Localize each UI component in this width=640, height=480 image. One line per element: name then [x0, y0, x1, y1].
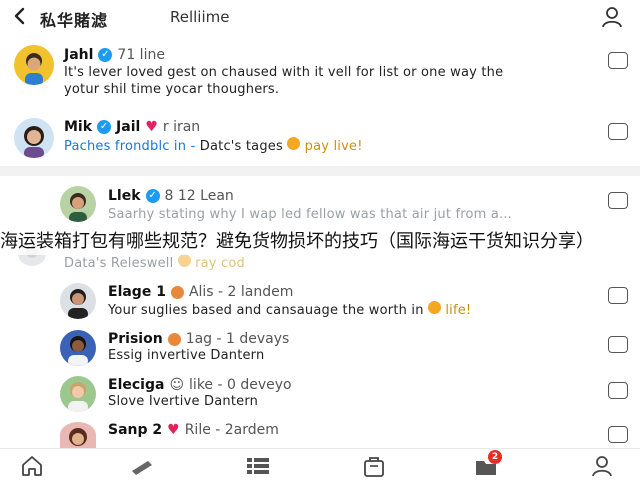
smiley-icon — [427, 301, 441, 314]
home-icon[interactable] — [20, 455, 44, 477]
post-meta: 1ag - 1 devays — [185, 331, 290, 347]
author-name[interactable]: Elage 1 — [108, 284, 166, 300]
post-text-line: Paches frondblc in - Datc's tages pay li… — [64, 137, 363, 155]
post-meta: 71 line — [117, 47, 165, 63]
top-bar: 私华賭滤 Relliime — [0, 0, 640, 34]
emoji-icon — [170, 285, 184, 299]
bag-icon[interactable] — [362, 455, 386, 477]
message-icon[interactable] — [608, 52, 628, 69]
post-meta: 8 12 Lean — [164, 188, 234, 204]
message-icon[interactable] — [608, 382, 628, 399]
verified-badge-icon: ✓ — [145, 189, 160, 203]
post-meta: Alis - 2 landem — [188, 284, 294, 300]
watermark-banner: 海运装箱打包有哪些规范？避免货物损坏的技巧（国际海运干货知识分享） — [0, 229, 640, 255]
post-card[interactable]: Elage 1 Alis - 2 landem Your suglies bas… — [6, 279, 634, 323]
post-text: Datc's tages — [199, 139, 283, 154]
post-text: It's lever loved gest on chaused with it… — [64, 65, 504, 80]
profile-icon[interactable] — [601, 6, 623, 28]
avatar[interactable] — [60, 422, 96, 448]
post-link[interactable]: Paches frondblc in - — [64, 139, 195, 154]
emoji-icon — [167, 332, 181, 346]
message-icon[interactable] — [608, 287, 628, 304]
post-text: Essig invertive Dantern — [108, 348, 265, 363]
post-card[interactable]: Prision 1ag - 1 devays Essig invertive D… — [6, 327, 634, 369]
author-name[interactable]: Prision — [108, 331, 163, 347]
back-arrow-icon[interactable] — [10, 6, 30, 26]
post-text: Saarhy stating why I wap led fellow was … — [108, 207, 513, 222]
post-card[interactable]: Sanp 2 ♥ Rile - 2ardem — [6, 419, 634, 448]
post-meta: like - 0 deveyo — [189, 377, 292, 393]
avatar[interactable] — [60, 330, 96, 366]
post-text-highlight: life! — [445, 303, 472, 318]
post-text: yotur shil time yocar thoughers. — [64, 82, 280, 97]
post-text-line: Data's Releswell ray cod — [64, 254, 245, 272]
verified-badge-icon: ✓ — [97, 120, 112, 134]
post-meta: r iran — [162, 119, 201, 135]
post-text-highlight: pay live! — [304, 139, 363, 154]
author-name-secondary[interactable]: Jail — [116, 119, 140, 135]
post-card[interactable]: Llek ✓ 8 12 Lean Saarhy stating why I wa… — [6, 180, 634, 228]
avatar[interactable] — [60, 283, 96, 319]
header-tab[interactable]: Relliime — [170, 8, 230, 26]
notification-badge: 2 — [488, 450, 502, 464]
smiley-icon — [287, 137, 301, 150]
post-meta: Rile - 2ardem — [184, 422, 279, 438]
smiley-icon — [177, 254, 191, 267]
message-icon[interactable] — [608, 123, 628, 140]
list-icon[interactable] — [246, 455, 270, 477]
post-card[interactable]: Mik ✓ Jail ♥ r iran Paches frondblc in -… — [6, 112, 634, 162]
author-name[interactable]: Eleciga — [108, 377, 164, 393]
post-text-highlight: ray cod — [195, 256, 245, 271]
heart-icon[interactable]: ♥ — [145, 119, 158, 135]
author-name[interactable]: Sanp 2 — [108, 422, 162, 438]
section-divider — [0, 166, 640, 176]
post-text-line: Your suglies based and cansauage the wor… — [108, 301, 471, 319]
author-name[interactable]: Jahl — [64, 47, 93, 63]
post-card[interactable]: Eleciga ☺ like - 0 deveyo Slove Ivertive… — [6, 373, 634, 415]
heart-icon[interactable]: ♥ — [167, 422, 180, 438]
notifications-icon[interactable]: 2 — [474, 450, 502, 477]
author-name[interactable]: Llek — [108, 188, 141, 204]
author-name[interactable]: Mik — [64, 119, 92, 135]
page-title: 私华賭滤 — [40, 11, 109, 30]
avatar[interactable] — [14, 118, 54, 158]
message-icon[interactable] — [608, 336, 628, 353]
post-text: Slove Ivertive Dantern — [108, 394, 259, 409]
profile-icon[interactable] — [590, 455, 614, 477]
avatar[interactable] — [14, 45, 54, 85]
post-text: Your suglies based and cansauage the wor… — [108, 303, 424, 318]
smiley-outline-icon: ☺ — [169, 377, 185, 393]
message-icon[interactable] — [608, 426, 628, 443]
avatar[interactable] — [60, 376, 96, 412]
message-icon[interactable] — [608, 192, 628, 209]
edit-pen-icon[interactable] — [130, 455, 154, 477]
post-text: Data's Releswell — [64, 256, 174, 271]
bottom-nav: 2 — [0, 448, 640, 480]
verified-badge-icon: ✓ — [98, 48, 113, 62]
post-card[interactable]: Jahl ✓ 71 line It's lever loved gest on … — [6, 40, 634, 106]
avatar[interactable] — [60, 186, 96, 222]
